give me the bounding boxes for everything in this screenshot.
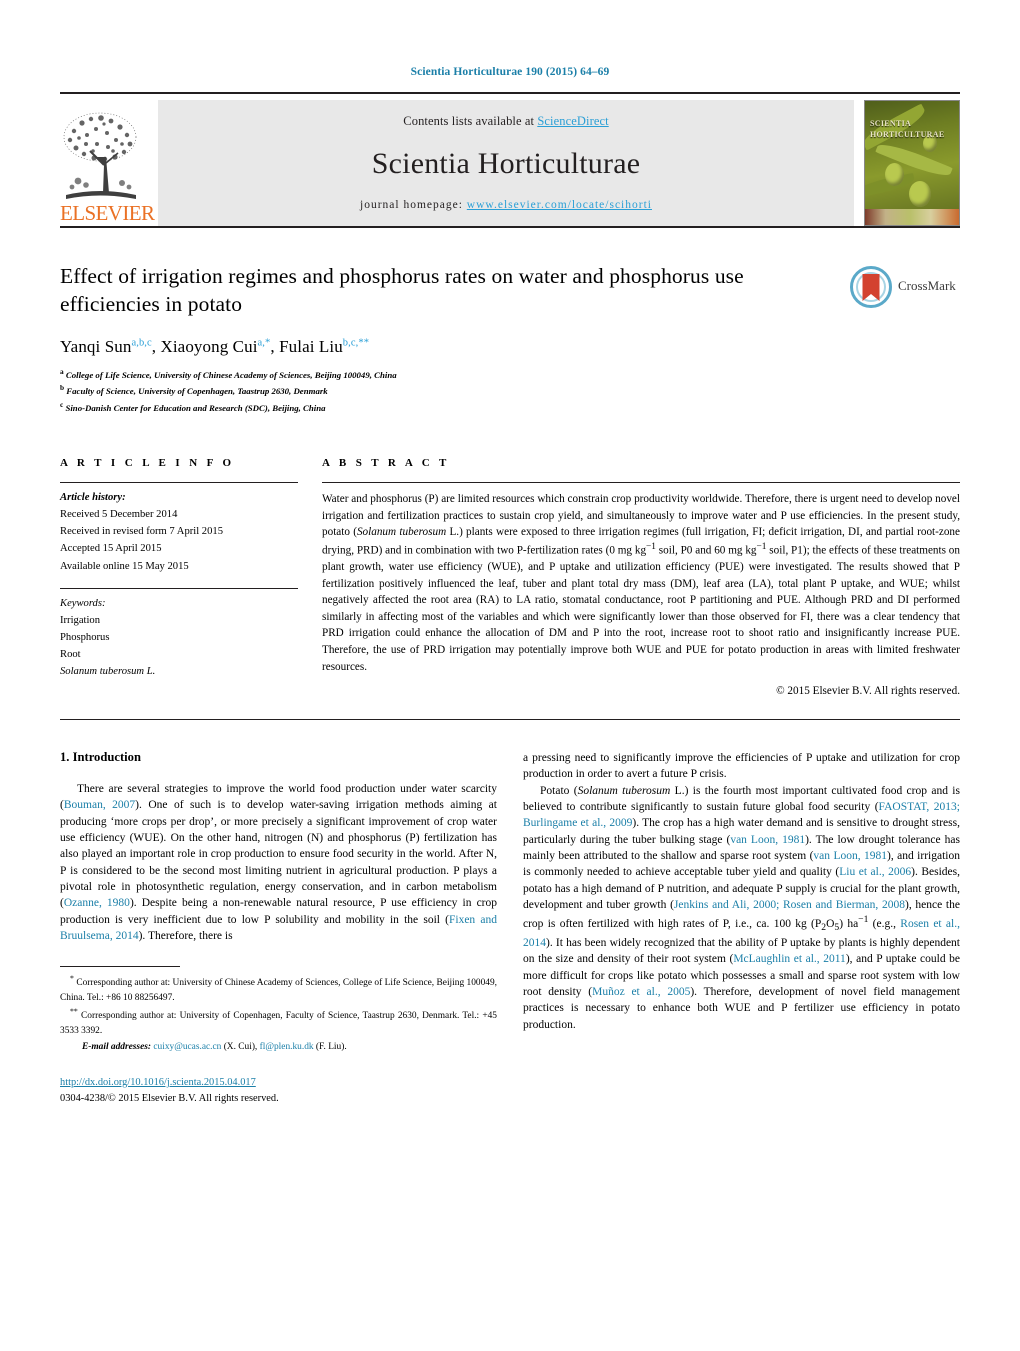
affiliation-marker: b [60, 383, 65, 393]
body-column-right: a pressing need to significantly improve… [523, 750, 960, 1106]
body-separator-rule [60, 719, 960, 721]
intro-paragraph-right-1: a pressing need to significantly improve… [523, 752, 960, 781]
article-history: Article history: Received 5 December 201… [60, 483, 298, 575]
footnote-corresponding-1: * Corresponding author at: University of… [60, 974, 497, 1004]
affiliation-item: b Faculty of Science, University of Cope… [60, 382, 830, 398]
body-columns: 1. Introduction There are several strate… [60, 750, 960, 1106]
affiliation-item: c Sino-Danish Center for Education and R… [60, 399, 830, 415]
abstract-copyright: © 2015 Elsevier B.V. All rights reserved… [776, 685, 960, 698]
abstract-column: A B S T R A C T Water and phosphorus (P)… [322, 457, 960, 697]
affiliation-text: Sino-Danish Center for Education and Res… [65, 402, 326, 413]
paper-page: Scientia Horticulturae 190 (2015) 64–69 [0, 0, 1020, 1351]
title-block: Effect of irrigation regimes and phospho… [60, 262, 960, 415]
contents-available-line: Contents lists available at ScienceDirec… [403, 114, 608, 129]
keyword-item: Irrigation [60, 614, 101, 626]
keyword-item: Phosphorus [60, 632, 110, 644]
journal-cover-thumbnail: SCIENTIA HORTICULTURAE [864, 100, 960, 226]
running-head: Scientia Horticulturae 190 (2015) 64–69 [410, 66, 610, 78]
crossmark-badge[interactable]: CrossMark [850, 262, 960, 415]
doi-block: http://dx.doi.org/10.1016/j.scienta.2015… [60, 1075, 497, 1106]
email-addresses-label: E-mail addresses: [82, 1042, 152, 1053]
cover-title-line-1: SCIENTIA [870, 119, 912, 128]
footnote-rule [60, 966, 180, 968]
cover-olive-2 [909, 181, 931, 207]
homepage-label: journal homepage: [360, 198, 463, 211]
abstract-heading: A B S T R A C T [322, 457, 450, 470]
crossmark-label: CrossMark [898, 278, 956, 293]
elsevier-tree-icon [60, 107, 144, 203]
history-item: Received in revised form 7 April 2015 [60, 526, 223, 538]
affiliation-list: a College of Life Science, University of… [60, 366, 830, 415]
email-link-cui[interactable]: cuixy@ucas.ac.cn [153, 1042, 221, 1052]
article-info-column: A R T I C L E I N F O Article history: R… [60, 457, 322, 697]
affiliation-text: Faculty of Science, University of Copenh… [66, 386, 328, 397]
info-abstract-row: A R T I C L E I N F O Article history: R… [60, 457, 960, 697]
intro-paragraph-left: There are several strategies to improve … [60, 783, 497, 943]
article-history-label: Article history: [60, 492, 126, 504]
keywords-label: Keywords: [60, 597, 106, 609]
contents-prefix: Contents lists available at [403, 113, 538, 128]
email-link-liu[interactable]: fl@plen.ku.dk [260, 1042, 314, 1052]
history-item: Available online 15 May 2015 [60, 560, 189, 572]
masthead-bottom-rule [60, 226, 960, 228]
issn-copyright-line: 0304-4238/© 2015 Elsevier B.V. All right… [60, 1092, 279, 1104]
journal-homepage-line: journal homepage: www.elsevier.com/locat… [360, 199, 652, 211]
abstract-text: Water and phosphorus (P) are limited res… [322, 493, 960, 673]
affiliation-text: College of Life Science, University of C… [65, 369, 397, 380]
journal-masthead: ELSEVIER Contents lists available at Sci… [60, 100, 960, 226]
article-info-heading: A R T I C L E I N F O [60, 457, 235, 470]
affiliation-marker: c [60, 399, 64, 409]
history-item: Received 5 December 2014 [60, 509, 178, 521]
keywords-block: Keywords: Irrigation Phosphorus Root Sol… [60, 589, 298, 681]
masthead-top-rule [60, 92, 960, 94]
footnote-corresponding-2: ** Corresponding author at: University o… [60, 1006, 497, 1036]
email-owner-cui: (X. Cui), [223, 1042, 258, 1053]
section-title-introduction: 1. Introduction [60, 750, 141, 765]
journal-homepage-link[interactable]: www.elsevier.com/locate/scihorti [467, 199, 652, 211]
elsevier-logo: ELSEVIER [60, 100, 155, 226]
author-list: Yanqi Suna,b,c, Xiaoyong Cuia,*, Fulai L… [60, 336, 370, 356]
masthead-center-band: Contents lists available at ScienceDirec… [158, 100, 854, 226]
intro-paragraph-right-2: Potato (Solanum tuberosum L.) is the fou… [523, 784, 960, 1031]
history-item: Accepted 15 April 2015 [60, 543, 162, 555]
keyword-item-italic: Solanum tuberosum L. [60, 666, 156, 678]
cover-title-line-2: HORTICULTURAE [870, 129, 945, 139]
doi-link[interactable]: http://dx.doi.org/10.1016/j.scienta.2015… [60, 1077, 256, 1088]
cover-bottom-strip [865, 209, 959, 225]
sciencedirect-link[interactable]: ScienceDirect [537, 114, 608, 128]
footnotes-block: * Corresponding author at: University of… [60, 973, 497, 1106]
affiliation-marker: a [60, 366, 64, 376]
affiliation-item: a College of Life Science, University of… [60, 366, 830, 382]
cover-olive-1 [885, 163, 904, 186]
crossmark-icon [850, 266, 892, 308]
keyword-item: Root [60, 649, 81, 661]
page-title: Effect of irrigation regimes and phospho… [60, 264, 744, 317]
body-column-left: 1. Introduction There are several strate… [60, 750, 497, 1106]
journal-title: Scientia Horticulturae [371, 146, 641, 180]
email-owner-liu: (F. Liu). [315, 1042, 347, 1053]
title-main: Effect of irrigation regimes and phospho… [60, 262, 850, 415]
elsevier-wordmark: ELSEVIER [60, 201, 155, 225]
cover-title-text: SCIENTIA HORTICULTURAE [870, 119, 944, 141]
footnote-emails: E-mail addresses: cuixy@ucas.ac.cn (X. C… [60, 1040, 497, 1055]
